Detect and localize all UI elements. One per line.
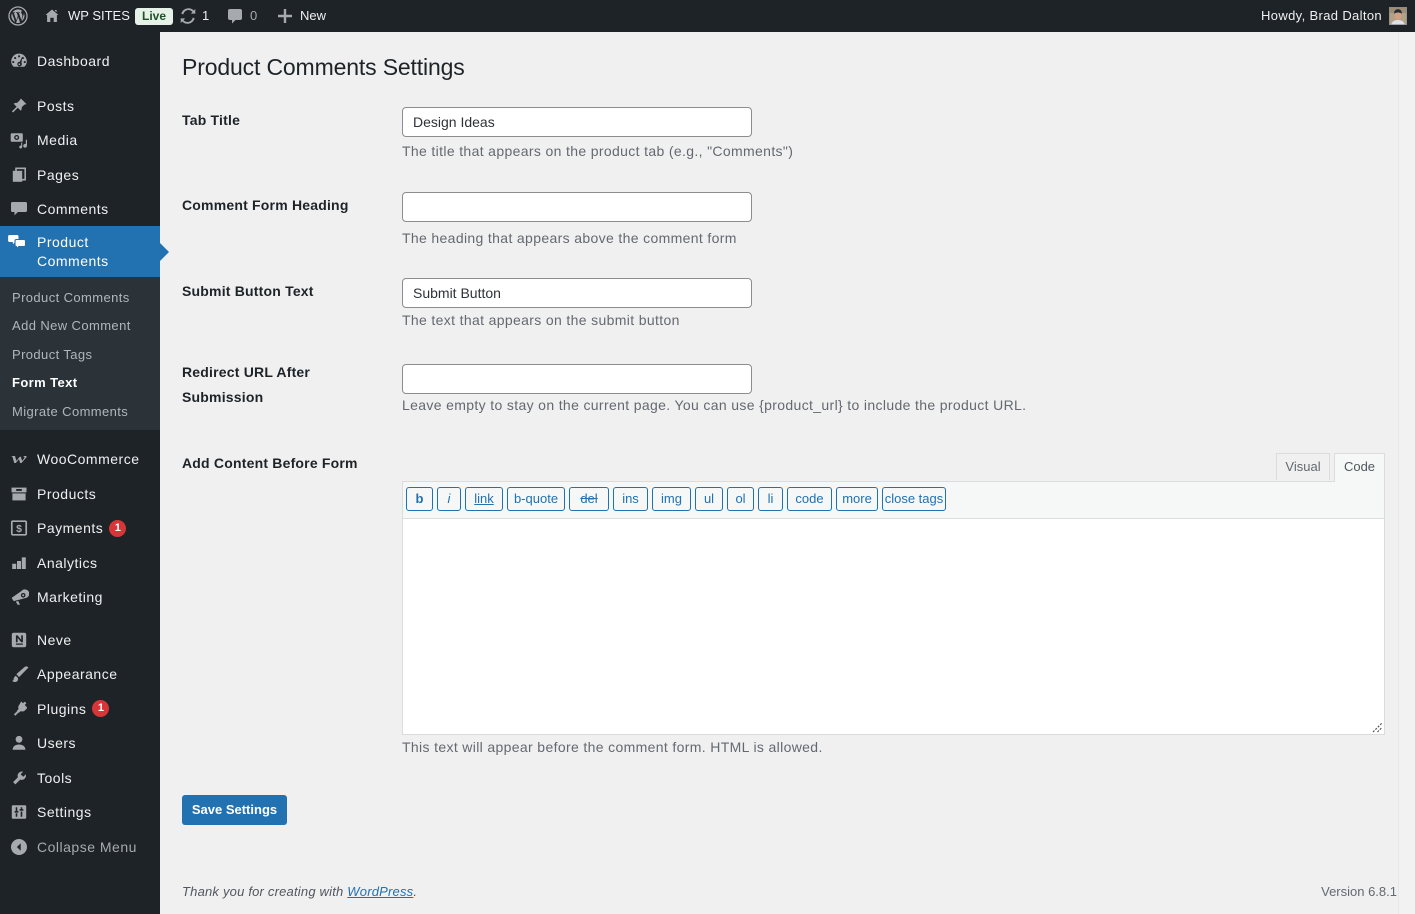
svg-text:w: w xyxy=(11,451,26,467)
svg-text:$: $ xyxy=(16,523,22,535)
